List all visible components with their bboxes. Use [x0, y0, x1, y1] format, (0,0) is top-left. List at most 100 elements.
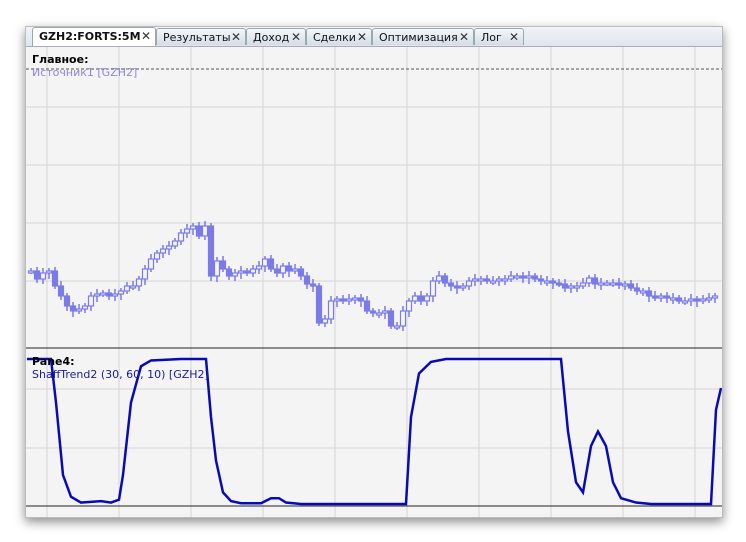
- candle-up: [687, 298, 695, 302]
- candle-up: [573, 285, 581, 289]
- candle-up: [201, 225, 209, 237]
- candle-down: [57, 285, 65, 297]
- candle-up: [123, 285, 131, 292]
- candle-down: [369, 310, 377, 314]
- candle-up: [87, 295, 95, 307]
- candle-down: [33, 270, 41, 280]
- candle-down: [633, 287, 641, 292]
- candle-down: [339, 298, 347, 302]
- candle-up: [183, 228, 191, 234]
- candle-up: [705, 297, 713, 301]
- candle-up: [543, 280, 551, 284]
- candle-up: [501, 278, 509, 282]
- candle-up: [135, 278, 143, 287]
- candle-up: [237, 270, 245, 274]
- candle-up: [513, 275, 521, 279]
- candle-up: [669, 297, 677, 301]
- candle-up: [567, 285, 575, 289]
- candle-up: [459, 285, 467, 289]
- candle-up: [177, 232, 185, 242]
- candle-down: [297, 268, 305, 277]
- candle-up: [585, 277, 593, 284]
- candle-down: [105, 292, 113, 297]
- candle-up: [159, 248, 167, 254]
- candle-up: [411, 295, 419, 302]
- candle-up: [231, 272, 239, 277]
- candle-up: [249, 268, 257, 274]
- candle-down: [225, 268, 233, 277]
- candle-up: [711, 295, 719, 299]
- candle-up: [255, 265, 263, 270]
- candle-down: [51, 270, 59, 287]
- candle-up: [147, 258, 155, 270]
- candle-up: [495, 278, 503, 282]
- candle-up: [639, 290, 647, 294]
- candle-down: [483, 278, 491, 282]
- candle-down: [303, 275, 311, 285]
- candle-up: [465, 280, 473, 287]
- candle-up: [99, 292, 107, 296]
- candle-up: [381, 310, 389, 314]
- candle-up: [291, 268, 299, 272]
- candle-down: [627, 283, 635, 289]
- candle-up: [171, 240, 179, 247]
- candle-down: [387, 310, 395, 327]
- indicator-series-label: ShaffTrend2 (30, 60, 10) [GZH2]: [32, 368, 209, 381]
- candle-down: [453, 285, 461, 289]
- candle-down: [549, 280, 557, 284]
- candle-up: [39, 272, 47, 280]
- candle-down: [645, 290, 653, 297]
- candle-down: [447, 282, 455, 287]
- candle-up: [579, 282, 587, 287]
- candle-down: [69, 305, 77, 312]
- candle-up: [279, 265, 287, 274]
- candle-up: [657, 295, 665, 299]
- candle-up: [699, 298, 707, 302]
- candle-down: [651, 295, 659, 299]
- candle-down: [615, 282, 623, 286]
- candle-down: [63, 295, 71, 307]
- candle-up: [471, 278, 479, 282]
- candle-down: [537, 278, 545, 282]
- candle-down: [531, 275, 539, 280]
- candle-down: [561, 283, 569, 289]
- candle-up: [603, 282, 611, 286]
- candle-down: [273, 268, 281, 274]
- candle-down: [207, 225, 215, 277]
- candle-up: [333, 298, 341, 302]
- candle-up: [351, 297, 359, 301]
- main-series-label: Источник1 [GZH2]: [32, 66, 138, 79]
- candle-up: [345, 298, 353, 302]
- candle-down: [675, 297, 683, 302]
- candle-up: [525, 275, 533, 279]
- candle-up: [681, 300, 689, 304]
- candle-down: [267, 258, 275, 270]
- candle-up: [375, 312, 383, 316]
- candle-up: [117, 290, 125, 295]
- candle-down: [693, 298, 701, 302]
- candle-up: [477, 278, 485, 282]
- candle-up: [393, 325, 401, 329]
- chart-area[interactable]: [26, 27, 722, 517]
- candle-up: [27, 270, 35, 274]
- candle-down: [357, 297, 365, 302]
- candle-up: [213, 260, 221, 277]
- candle-down: [519, 275, 527, 279]
- candle-up: [153, 252, 161, 260]
- candle-up: [327, 300, 335, 320]
- candle-up: [399, 310, 407, 327]
- candle-down: [219, 260, 227, 270]
- candle-down: [363, 300, 371, 312]
- candle-up: [435, 275, 443, 282]
- candle-up: [609, 282, 617, 286]
- candle-up: [189, 225, 197, 230]
- candle-down: [591, 277, 599, 285]
- chart-window: GZH2:FORTS:5M ✕ Результаты ✕ Доход ✕ Сделки ✕ Оп…: [25, 26, 723, 518]
- candle-down: [195, 225, 203, 237]
- candle-up: [129, 285, 137, 289]
- main-pane-title: Главное:: [32, 53, 89, 66]
- candle-up: [597, 282, 605, 286]
- candle-up: [45, 270, 53, 274]
- candle-down: [285, 265, 293, 272]
- candle-up: [405, 300, 413, 312]
